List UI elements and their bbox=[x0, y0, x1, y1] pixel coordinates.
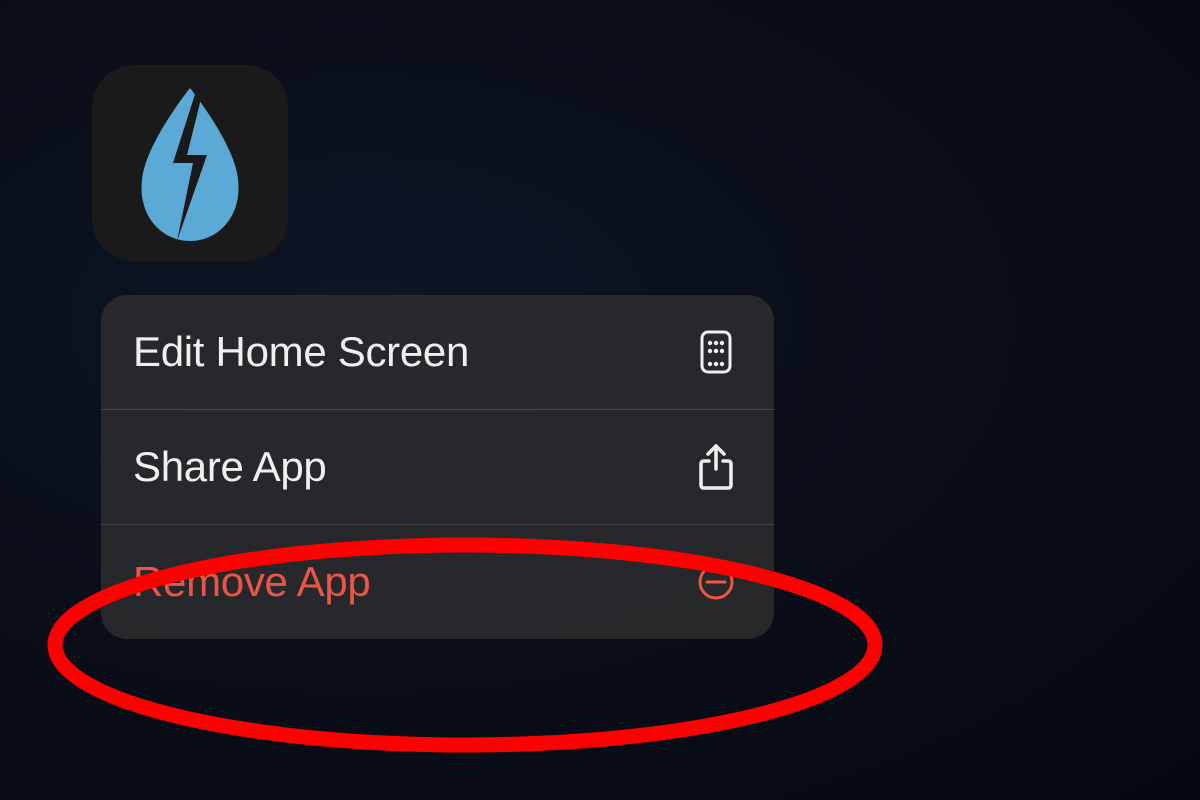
app-icon[interactable] bbox=[92, 65, 288, 261]
grid-phone-icon bbox=[694, 330, 738, 374]
minus-circle-icon bbox=[694, 560, 738, 604]
context-menu: Edit Home Screen Share App bbox=[101, 295, 774, 639]
share-icon bbox=[694, 445, 738, 489]
menu-item-edit-home-screen[interactable]: Edit Home Screen bbox=[101, 295, 774, 410]
menu-item-label: Edit Home Screen bbox=[133, 328, 469, 376]
menu-item-label: Share App bbox=[133, 443, 326, 491]
menu-item-share-app[interactable]: Share App bbox=[101, 410, 774, 525]
weather-bolt-droplet-icon bbox=[125, 83, 255, 243]
menu-item-remove-app[interactable]: Remove App bbox=[101, 525, 774, 639]
menu-item-label: Remove App bbox=[133, 558, 370, 606]
